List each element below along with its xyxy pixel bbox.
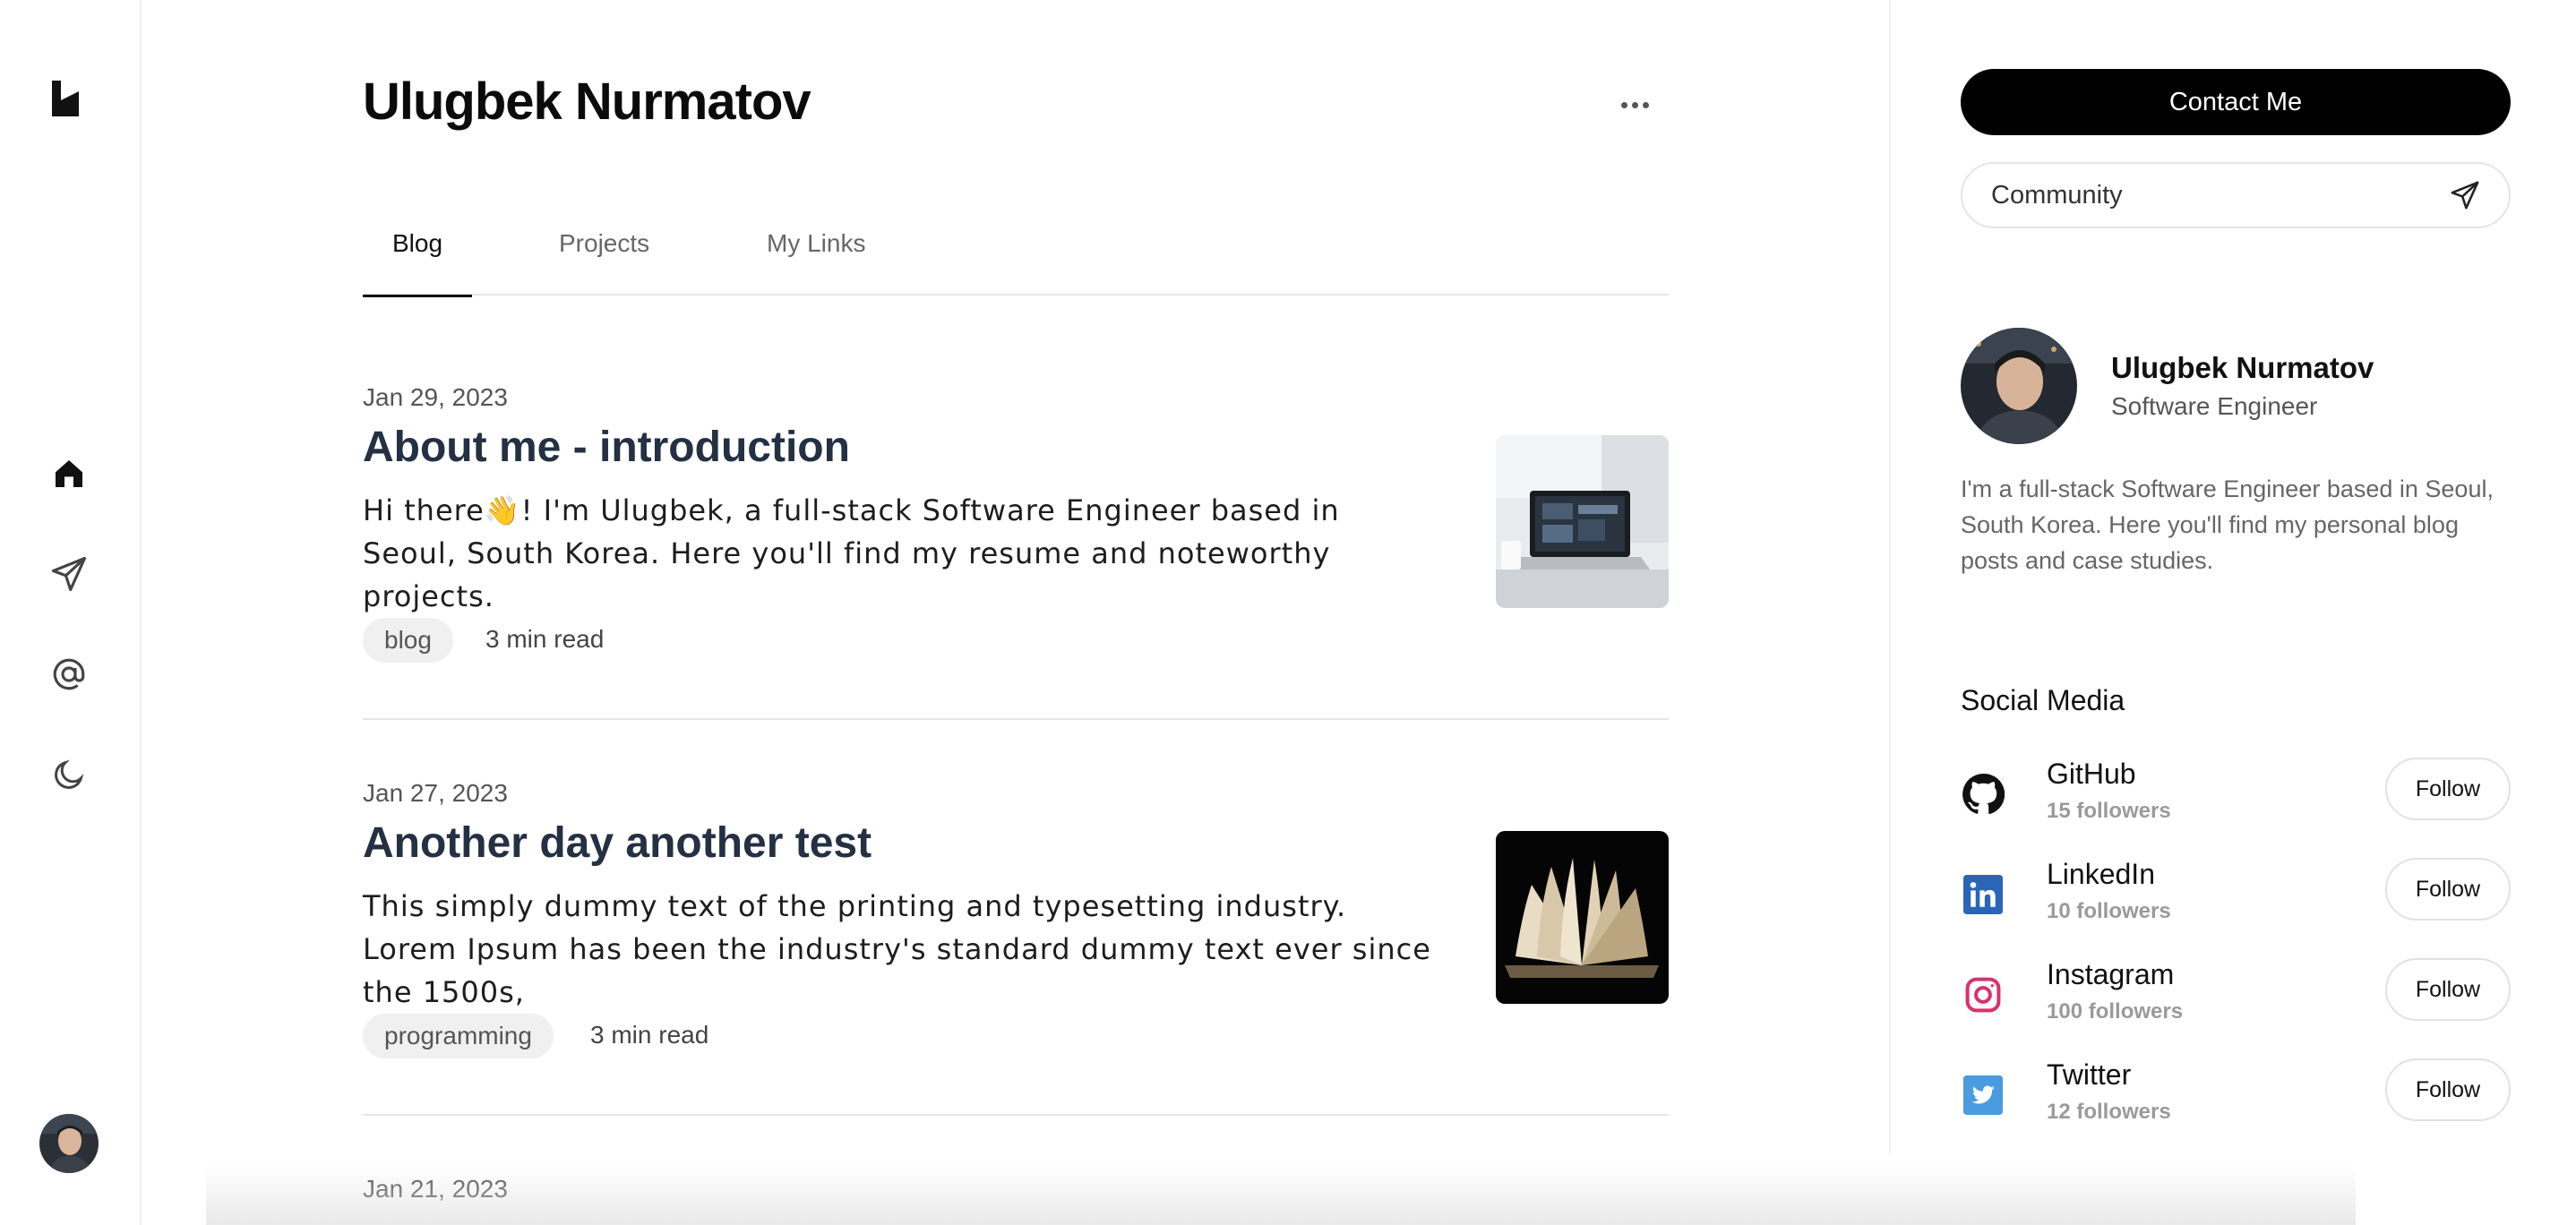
social-followers: 15 followers: [2047, 799, 2171, 823]
post-thumbnail-laptop[interactable]: [1496, 435, 1669, 608]
github-icon: [1961, 772, 2005, 817]
social-row-linkedin: LinkedIn 10 followers Follow: [1961, 858, 2511, 947]
follow-github-button[interactable]: Follow: [2385, 758, 2511, 820]
post-title[interactable]: Another day another test: [363, 818, 872, 868]
social-media-heading: Social Media: [1961, 684, 2125, 716]
post-excerpt: This simply dummy text of the printing a…: [363, 889, 1431, 1009]
social-followers: 100 followers: [2047, 999, 2184, 1024]
profile-role: Software Engineer: [2111, 392, 2318, 420]
post-date: Jan 21, 2023: [363, 1175, 508, 1203]
logo-icon[interactable]: [52, 81, 84, 116]
post-date: Jan 29, 2023: [363, 383, 508, 411]
scroll-fade: [206, 1164, 2356, 1225]
post-title[interactable]: About me - introduction: [363, 423, 850, 472]
instagram-icon: [1961, 972, 2005, 1017]
send-icon: [2451, 181, 2479, 210]
community-button[interactable]: Community: [1961, 162, 2511, 228]
profile-bio: I'm a full-stack Software Engineer based…: [1961, 475, 2494, 574]
social-row-github: GitHub 15 followers Follow: [1961, 758, 2511, 847]
post-divider: [363, 1114, 1669, 1116]
post-tag[interactable]: programming: [363, 1014, 554, 1058]
right-sidebar: Contact Me Community Ulugbek Nurmatov So…: [1889, 0, 2576, 1153]
read-time: 3 min read: [590, 1021, 709, 1049]
tab-blog[interactable]: Blog: [363, 213, 472, 297]
post-date: Jan 27, 2023: [363, 779, 508, 807]
home-icon[interactable]: [48, 453, 90, 494]
left-rail: [0, 0, 142, 1225]
tab-projects[interactable]: Projects: [559, 213, 668, 296]
social-name: LinkedIn: [2047, 858, 2155, 890]
follow-instagram-button[interactable]: Follow: [2385, 958, 2511, 1021]
community-label: Community: [1991, 180, 2123, 210]
linkedin-icon: [1961, 872, 2005, 917]
social-row-instagram: Instagram 100 followers Follow: [1961, 958, 2511, 1048]
social-name: Twitter: [2047, 1058, 2132, 1091]
social-followers: 10 followers: [2047, 899, 2171, 923]
twitter-icon: [1961, 1073, 2005, 1118]
avatar[interactable]: [39, 1114, 99, 1173]
post-excerpt: Hi there👋! I'm Ulugbek, a full-stack Sof…: [363, 493, 1340, 613]
social-name: GitHub: [2047, 758, 2136, 790]
social-followers: 12 followers: [2047, 1100, 2171, 1124]
moon-icon[interactable]: [48, 754, 90, 795]
page-title: Ulugbek Nurmatov: [363, 73, 811, 131]
follow-linkedin-button[interactable]: Follow: [2385, 858, 2511, 921]
at-icon[interactable]: [48, 654, 90, 695]
profile-avatar[interactable]: [1961, 328, 2077, 444]
social-row-twitter: Twitter 12 followers Follow: [1961, 1058, 2511, 1148]
post-thumbnail-book[interactable]: [1496, 831, 1669, 1004]
more-options-icon[interactable]: [1614, 90, 1655, 120]
send-icon[interactable]: [48, 553, 90, 595]
follow-twitter-button[interactable]: Follow: [2385, 1058, 2511, 1121]
post-tag[interactable]: blog: [363, 618, 453, 663]
tab-my-links[interactable]: My Links: [767, 213, 910, 296]
tab-bar: Blog Projects My Links: [363, 213, 1669, 297]
profile-name: Ulugbek Nurmatov: [2111, 351, 2374, 384]
social-name: Instagram: [2047, 958, 2175, 990]
post-divider: [363, 718, 1669, 720]
read-time: 3 min read: [485, 625, 605, 653]
contact-me-button[interactable]: Contact Me: [1961, 69, 2511, 135]
